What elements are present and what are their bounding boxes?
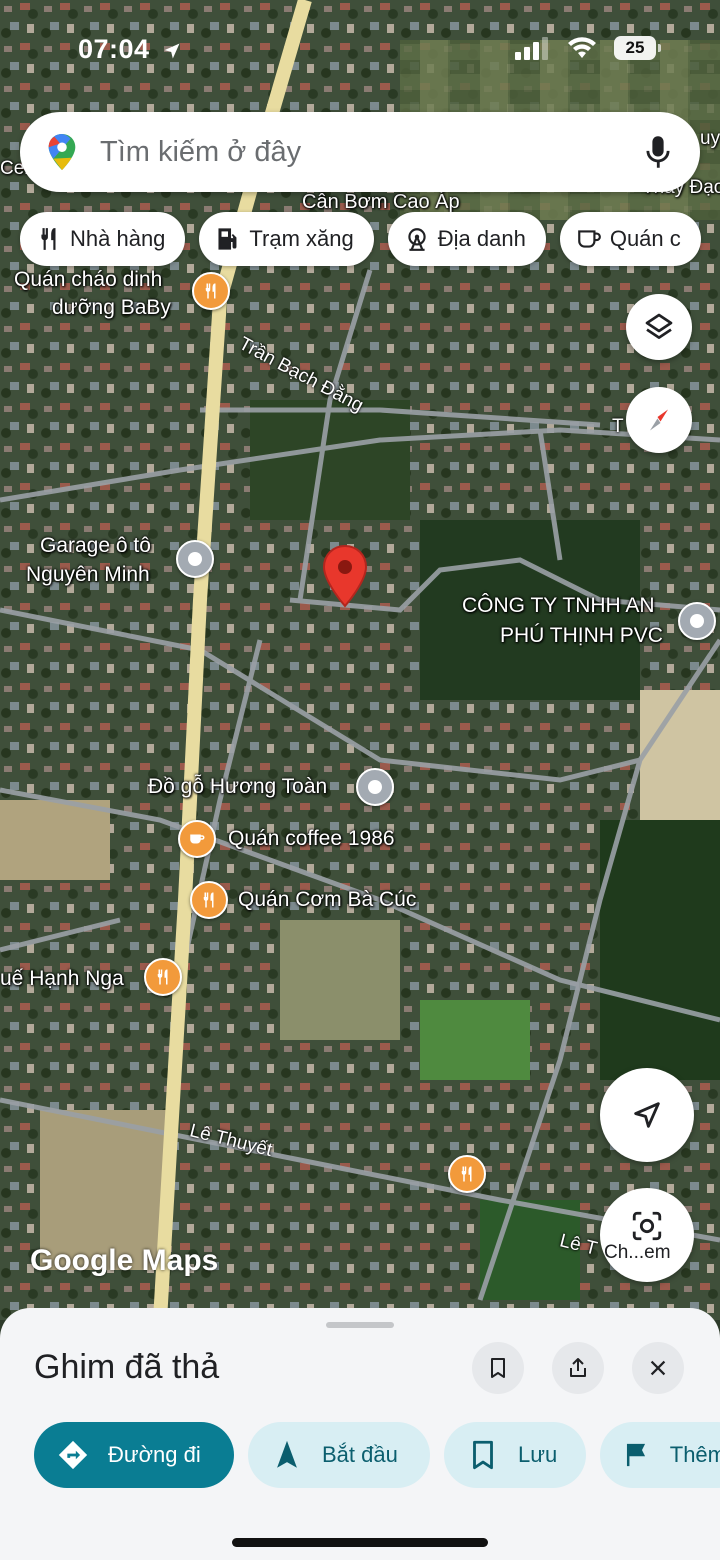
start-button[interactable]: Bắt đầu <box>248 1422 430 1488</box>
place-label[interactable]: Quán coffee 1986 <box>228 827 395 851</box>
wifi-icon <box>568 37 596 58</box>
ferris-wheel-icon <box>408 228 426 251</box>
status-icons: 25 <box>514 36 661 60</box>
chip-gas-stations[interactable]: Trạm xăng <box>199 212 374 266</box>
coffee-cup-icon <box>577 230 601 248</box>
category-chips: Nhà hàng Trạm xăng Địa danh Quán c <box>20 212 701 266</box>
flag-icon <box>626 1443 646 1467</box>
map-layers-button[interactable] <box>626 294 692 360</box>
close-button[interactable] <box>632 1342 684 1394</box>
place-label: uy <box>700 128 720 149</box>
action-label: Đường đi <box>108 1442 201 1467</box>
microphone-icon[interactable] <box>644 134 672 170</box>
time-text: 07:04 <box>78 34 150 64</box>
status-time: 07:04 <box>78 34 182 65</box>
save-button[interactable] <box>472 1342 524 1394</box>
action-label: Bắt đầu <box>322 1442 398 1467</box>
cellular-signal-icon <box>515 37 548 60</box>
gas-pump-icon <box>218 228 237 250</box>
place-label[interactable]: Quán Cơm Bà Cúc <box>238 888 416 912</box>
place-poi-icon[interactable] <box>356 768 394 806</box>
restaurant-poi-icon[interactable] <box>190 881 228 919</box>
home-indicator[interactable] <box>232 1538 488 1547</box>
compass-button[interactable] <box>626 387 692 453</box>
action-label: Lưu <box>518 1442 558 1467</box>
restaurant-poi-icon[interactable] <box>448 1155 486 1193</box>
fork-knife-icon <box>41 228 56 250</box>
status-bar: 07:04 25 <box>0 28 720 72</box>
place-label[interactable]: Garage ô tô <box>40 534 151 558</box>
battery-indicator: 25 <box>614 36 661 60</box>
place-poi-icon[interactable] <box>678 602 716 640</box>
bookmark-icon <box>491 1358 505 1378</box>
chip-restaurants[interactable]: Nhà hàng <box>20 212 186 266</box>
directions-icon <box>58 1440 88 1470</box>
save-action-button[interactable]: Lưu <box>444 1422 586 1488</box>
place-poi-icon[interactable] <box>176 540 214 578</box>
share-icon <box>570 1358 586 1377</box>
drag-handle[interactable] <box>326 1322 394 1328</box>
navigation-arrow-icon <box>277 1440 297 1468</box>
action-label: Thêm <box>669 1442 720 1467</box>
chip-label: Quán c <box>609 226 681 251</box>
place-label[interactable]: Cân Bơm Cao Áp <box>302 190 460 214</box>
dropped-pin-icon[interactable] <box>322 544 368 608</box>
search-bar[interactable]: Tìm kiếm ở đây <box>20 112 700 192</box>
place-label[interactable]: uế Hạnh Nga <box>0 967 124 991</box>
close-icon <box>650 1360 666 1376</box>
restaurant-poi-icon[interactable] <box>192 272 230 310</box>
place-label[interactable]: PHÚ THỊNH PVC <box>500 624 663 648</box>
share-button[interactable] <box>552 1342 604 1394</box>
sheet-title: Ghim đã thả <box>34 1348 220 1386</box>
navigation-arrow-icon <box>634 1102 660 1128</box>
more-button[interactable]: Thêm <box>600 1422 720 1488</box>
place-label[interactable]: CÔNG TY TNHH AN <box>462 594 655 618</box>
directions-button[interactable]: Đường đi <box>34 1422 234 1488</box>
bookmark-icon <box>473 1440 493 1470</box>
bottom-sheet[interactable]: Ghim đã thả Đường đi Bắt đầu Lưu Thêm <box>0 1308 720 1560</box>
place-label[interactable]: Nguyên Minh <box>26 563 150 587</box>
chip-label: Trạm xăng <box>249 226 354 251</box>
restaurant-poi-icon[interactable] <box>144 958 182 996</box>
camera-button-label: Ch...em <box>604 1242 671 1263</box>
my-location-button[interactable] <box>600 1068 694 1162</box>
compass-icon <box>650 409 668 431</box>
location-arrow-icon <box>164 43 180 59</box>
chip-label: Nhà hàng <box>70 226 166 251</box>
camera-scan-icon <box>632 1211 662 1241</box>
google-maps-pin-icon <box>48 133 76 171</box>
camera-search-button[interactable]: Ch...em <box>600 1188 694 1282</box>
place-label[interactable]: dưỡng BaBy <box>52 296 171 320</box>
cafe-poi-icon[interactable] <box>178 820 216 858</box>
layers-icon <box>645 313 673 339</box>
chip-label: Địa danh <box>437 226 526 251</box>
google-maps-logo: Google Maps <box>30 1244 219 1277</box>
action-buttons: Đường đi Bắt đầu Lưu Thêm <box>34 1422 720 1488</box>
place-label[interactable]: Quán cháo dinh <box>14 268 162 292</box>
chip-cafes[interactable]: Quán c <box>559 212 701 266</box>
place-label[interactable]: Đồ gỗ Hương Toàn <box>148 775 327 799</box>
search-input[interactable]: Tìm kiếm ở đây <box>100 136 644 169</box>
chip-landmarks[interactable]: Địa danh <box>387 212 546 266</box>
